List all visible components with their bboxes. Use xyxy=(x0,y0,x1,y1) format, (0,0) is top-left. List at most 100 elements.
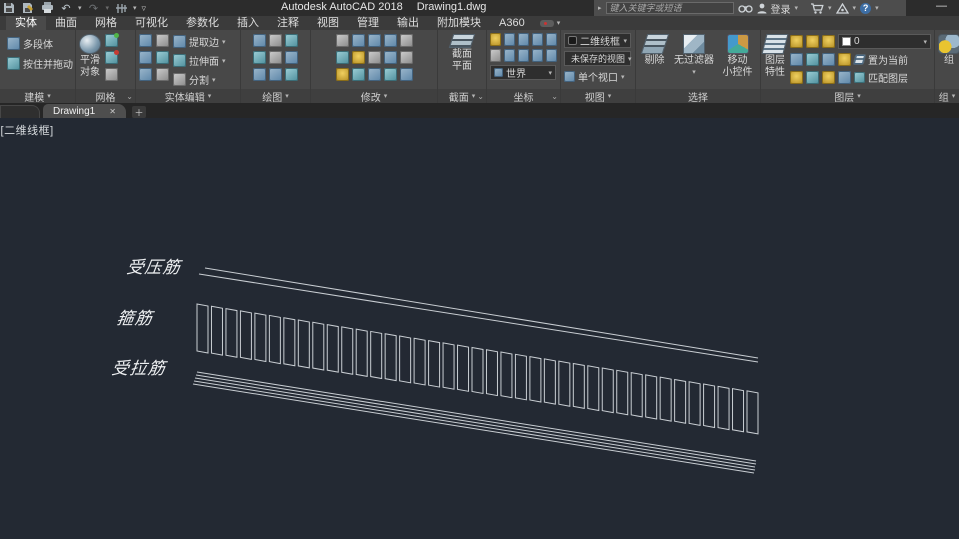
tool-icon[interactable] xyxy=(490,33,501,46)
tool-icon[interactable] xyxy=(838,53,851,66)
slice-icon[interactable] xyxy=(156,34,169,47)
tool-icon[interactable] xyxy=(336,51,349,64)
mesh-dialog-launcher-icon[interactable]: ⌄ xyxy=(126,93,133,101)
tool-icon[interactable] xyxy=(504,49,515,62)
tool-icon[interactable] xyxy=(384,51,397,64)
panel-label-views[interactable]: 视图▾ xyxy=(561,89,635,103)
tool-icon[interactable] xyxy=(368,68,381,81)
print-icon[interactable] xyxy=(40,2,54,14)
tool-icon[interactable] xyxy=(546,33,557,46)
tool-icon[interactable] xyxy=(285,68,298,81)
ribbon-tab-2[interactable]: 曲面 xyxy=(46,16,86,30)
panel-label-group[interactable]: 组▾ xyxy=(935,89,959,103)
extrude-faces-button[interactable]: 拉伸面 ▾ xyxy=(173,53,226,68)
tool-icon[interactable] xyxy=(352,68,365,81)
undo-dropdown-caret-icon[interactable]: ▾ xyxy=(78,4,82,12)
ribbon-tab-6[interactable]: 插入 xyxy=(228,16,268,30)
cull-button[interactable]: 剔除 xyxy=(644,32,666,89)
ribbon-tab-12[interactable]: A360 xyxy=(490,16,534,30)
tool-icon[interactable] xyxy=(806,53,819,66)
draw-icons-row2[interactable] xyxy=(253,51,298,64)
tool-icon[interactable] xyxy=(352,34,365,47)
polysolid-button[interactable]: 多段体 xyxy=(7,36,73,51)
separate-button[interactable]: 分割 ▾ xyxy=(173,72,226,87)
panel-label-selection[interactable]: 选择 xyxy=(636,89,760,103)
tool-icon[interactable] xyxy=(518,33,529,46)
tool-icon[interactable] xyxy=(253,68,266,81)
panel-label-layers[interactable]: 图层▾ xyxy=(761,89,934,103)
move-gizmo-button[interactable]: 移动 小控件 xyxy=(723,32,753,89)
help-caret-icon[interactable]: ▾ xyxy=(875,4,879,12)
user-icon[interactable] xyxy=(757,3,767,14)
tool-icon[interactable] xyxy=(352,51,365,64)
view-name-dropdown[interactable]: 未保存的视图 ▾ xyxy=(564,51,631,66)
redo-dropdown-caret-icon[interactable]: ▾ xyxy=(106,4,110,12)
layer-tools-row2[interactable] xyxy=(790,71,851,84)
tool-icon[interactable] xyxy=(790,71,803,84)
workspace-dropdown-caret-icon[interactable]: ▾ xyxy=(133,4,137,12)
tool-icon[interactable] xyxy=(384,68,397,81)
union-icon[interactable] xyxy=(139,34,152,47)
ribbon-tab-7[interactable]: 注释 xyxy=(268,16,308,30)
panel-label-draw[interactable]: 绘图▾ xyxy=(241,89,310,103)
layer-properties-button[interactable]: 图层 特性 xyxy=(764,32,786,89)
save-as-icon[interactable] xyxy=(21,2,35,14)
tool-icon[interactable] xyxy=(490,49,501,62)
panel-label-solid-editing[interactable]: 实体编辑▾ xyxy=(136,89,240,103)
smooth-object-button[interactable]: 平滑 对象 xyxy=(79,32,101,89)
tool-icon[interactable] xyxy=(269,68,282,81)
ribbon-tab-10[interactable]: 输出 xyxy=(388,16,428,30)
search-input[interactable]: 键入关键字或短语 xyxy=(606,2,734,14)
modify-icons-row1[interactable] xyxy=(336,34,413,47)
model-space-canvas[interactable]: ][二维线框] 受压筋箍筋受拉筋 xyxy=(0,118,959,539)
tool-icon[interactable] xyxy=(504,33,515,46)
layer-dropdown[interactable]: 0 ▾ xyxy=(838,34,931,49)
tool-icon[interactable] xyxy=(400,51,413,64)
panel-label-modeling[interactable]: 建模▾ xyxy=(0,89,75,103)
help-icon[interactable]: ? xyxy=(860,3,871,14)
search-binoculars-icon[interactable] xyxy=(738,3,753,13)
workspace-icon[interactable] xyxy=(114,2,128,14)
layer-freeze-icon[interactable] xyxy=(806,35,819,48)
layer-on-icon[interactable] xyxy=(790,35,803,48)
tool-icon[interactable] xyxy=(253,51,266,64)
new-tab-button[interactable]: ＋ xyxy=(132,106,146,118)
ribbon-tab-9[interactable]: 管理 xyxy=(348,16,388,30)
viewport-config-button[interactable]: 单个视口 ▾ xyxy=(564,69,632,84)
tool-icon[interactable] xyxy=(269,34,282,47)
search-expand-icon[interactable]: ▸ xyxy=(598,4,602,12)
panel-label-coordinates[interactable]: 坐标 xyxy=(487,89,560,103)
tool-icon[interactable] xyxy=(806,71,819,84)
sign-in-button[interactable]: 登录 xyxy=(771,1,791,16)
tool-icon[interactable] xyxy=(790,53,803,66)
modify-icons-row3[interactable] xyxy=(336,68,413,81)
ribbon-extra-button[interactable]: ▾ xyxy=(540,19,561,27)
minimize-button[interactable]: — xyxy=(936,0,947,12)
tool-icon[interactable] xyxy=(532,33,543,46)
tool-icon[interactable] xyxy=(822,53,835,66)
group-button[interactable]: 组 xyxy=(938,32,959,89)
coordinates-dialog-launcher-icon[interactable]: ⌄ xyxy=(551,93,558,101)
tool-icon[interactable] xyxy=(368,34,381,47)
ribbon-tab-4[interactable]: 可视化 xyxy=(126,16,177,30)
file-tab-drawing1[interactable]: Drawing1 ✕ xyxy=(43,104,126,118)
sign-in-caret-icon[interactable]: ▾ xyxy=(795,4,799,12)
ribbon-tab-3[interactable]: 网格 xyxy=(86,16,126,30)
draw-icons-row3[interactable] xyxy=(253,68,298,81)
thicken-icon[interactable] xyxy=(156,68,169,81)
a360-connect-icon[interactable] xyxy=(836,3,849,14)
interfere-icon[interactable] xyxy=(156,51,169,64)
tool-icon[interactable] xyxy=(269,51,282,64)
presspull-button[interactable]: 按住并拖动 xyxy=(7,56,73,71)
cart-caret-icon[interactable]: ▾ xyxy=(828,4,832,12)
tool-icon[interactable] xyxy=(400,34,413,47)
tool-icon[interactable] xyxy=(838,71,851,84)
tool-icon[interactable] xyxy=(285,51,298,64)
extract-edges-button[interactable]: 提取边 ▾ xyxy=(173,34,226,49)
match-layer-button[interactable]: 匹配图层 xyxy=(854,70,908,85)
mesh-refine-icon[interactable] xyxy=(105,34,118,47)
tool-icon[interactable] xyxy=(822,71,835,84)
no-filter-button[interactable]: 无过滤器 ▾ xyxy=(674,32,714,89)
ucs-icons-row2[interactable] xyxy=(490,49,557,62)
file-tab-partial[interactable] xyxy=(0,105,40,118)
